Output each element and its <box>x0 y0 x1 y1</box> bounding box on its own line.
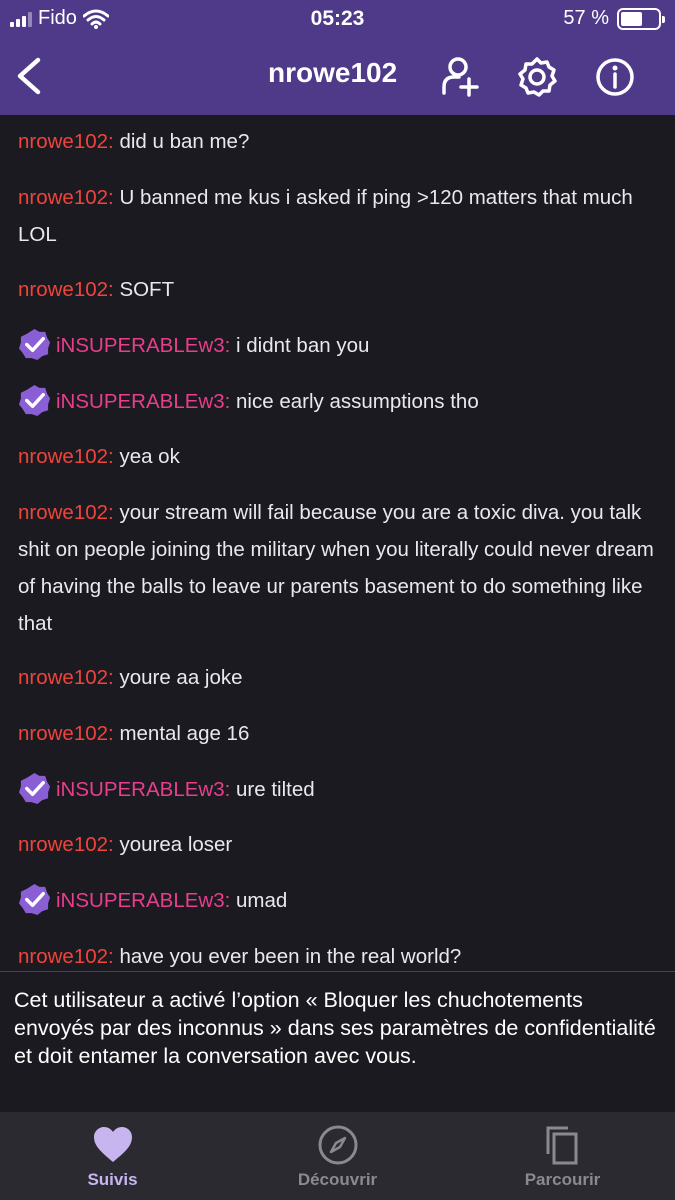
chat-text: mental age 16 <box>119 722 250 745</box>
chat-username[interactable]: nrowe102: <box>18 501 114 524</box>
chat-text: SOFT <box>119 278 175 301</box>
chat-message: iNSUPERABLEw3: i didnt ban you <box>18 327 658 364</box>
tab-bar: Suivis Découvrir Parcourir <box>0 1112 675 1200</box>
chat-message: nrowe102: your stream will fail because … <box>18 494 658 642</box>
status-bar: Fido 05:23 57 % <box>0 0 675 38</box>
info-icon[interactable] <box>593 55 637 99</box>
tab-following[interactable]: Suivis <box>0 1112 225 1200</box>
chat-text: yea ok <box>119 445 180 468</box>
chat-message: nrowe102: have you ever been in the real… <box>18 938 658 971</box>
chat-username[interactable]: nrowe102: <box>18 666 114 689</box>
verified-badge-icon[interactable] <box>18 772 51 805</box>
chat-text: umad <box>236 889 288 912</box>
tab-label: Suivis <box>87 1170 138 1189</box>
chat-text: nice early assumptions tho <box>236 390 479 413</box>
chat-text: did u ban me? <box>119 130 250 153</box>
battery-percent: 57 % <box>563 7 609 29</box>
nav-bar: nrowe102 <box>0 38 675 115</box>
chat-message: nrowe102: yourea loser <box>18 826 658 863</box>
heart-icon <box>94 1127 132 1162</box>
verified-badge-icon[interactable] <box>18 883 51 916</box>
chat-text: ure tilted <box>236 778 315 801</box>
chat-username[interactable]: iNSUPERABLEw3: <box>56 778 230 801</box>
notice-text: Cet utilisateur a activé l’option « Bloq… <box>14 988 656 1068</box>
chat-username[interactable]: nrowe102: <box>18 130 114 153</box>
status-right: 57 % <box>563 7 665 30</box>
browse-icon <box>546 1126 578 1165</box>
chat-username[interactable]: nrowe102: <box>18 278 114 301</box>
chat-text: your stream will fail because you are a … <box>18 501 654 635</box>
verified-badge-icon[interactable] <box>18 384 51 417</box>
battery-icon <box>617 7 665 30</box>
chat-message: iNSUPERABLEw3: ure tilted <box>18 771 658 808</box>
chat-username[interactable]: nrowe102: <box>18 945 114 968</box>
chat-text: youre aa joke <box>119 666 243 689</box>
tab-label: Parcourir <box>524 1170 601 1189</box>
tab-discover[interactable]: Découvrir <box>225 1112 450 1200</box>
add-friend-icon[interactable] <box>438 55 482 99</box>
conversation-title: nrowe102 <box>268 57 398 88</box>
compass-icon <box>318 1125 358 1165</box>
tab-browse[interactable]: Parcourir <box>450 1112 675 1200</box>
chat-username[interactable]: nrowe102: <box>18 445 114 468</box>
verified-badge-icon[interactable] <box>18 328 51 361</box>
whisper-blocked-notice: Cet utilisateur a activé l’option « Bloq… <box>0 971 675 1112</box>
chat-message: iNSUPERABLEw3: nice early assumptions th… <box>18 383 658 420</box>
chat-text: yourea loser <box>119 833 233 856</box>
chat-message: nrowe102: yea ok <box>18 438 658 475</box>
chat-username[interactable]: nrowe102: <box>18 186 114 209</box>
chat-message: iNSUPERABLEw3: umad <box>18 882 658 919</box>
chat-text: i didnt ban you <box>236 334 370 357</box>
chat-log[interactable]: nrowe102: did u ban me? nrowe102: U bann… <box>0 115 675 971</box>
chat-username[interactable]: iNSUPERABLEw3: <box>56 889 230 912</box>
chat-username[interactable]: iNSUPERABLEw3: <box>56 390 230 413</box>
chat-text: have you ever been in the real world? <box>119 945 462 968</box>
chat-username[interactable]: nrowe102: <box>18 833 114 856</box>
settings-icon[interactable] <box>515 55 559 99</box>
chat-message: nrowe102: did u ban me? <box>18 123 658 160</box>
chat-message: nrowe102: mental age 16 <box>18 715 658 752</box>
battery-fill <box>621 11 642 26</box>
chat-message: nrowe102: U banned me kus i asked if pin… <box>18 179 658 253</box>
tab-label: Découvrir <box>297 1170 378 1189</box>
back-icon[interactable] <box>10 54 50 98</box>
chat-username[interactable]: iNSUPERABLEw3: <box>56 334 230 357</box>
chat-message: nrowe102: youre aa joke <box>18 659 658 696</box>
chat-message: nrowe102: SOFT <box>18 271 658 308</box>
chat-username[interactable]: nrowe102: <box>18 722 114 745</box>
